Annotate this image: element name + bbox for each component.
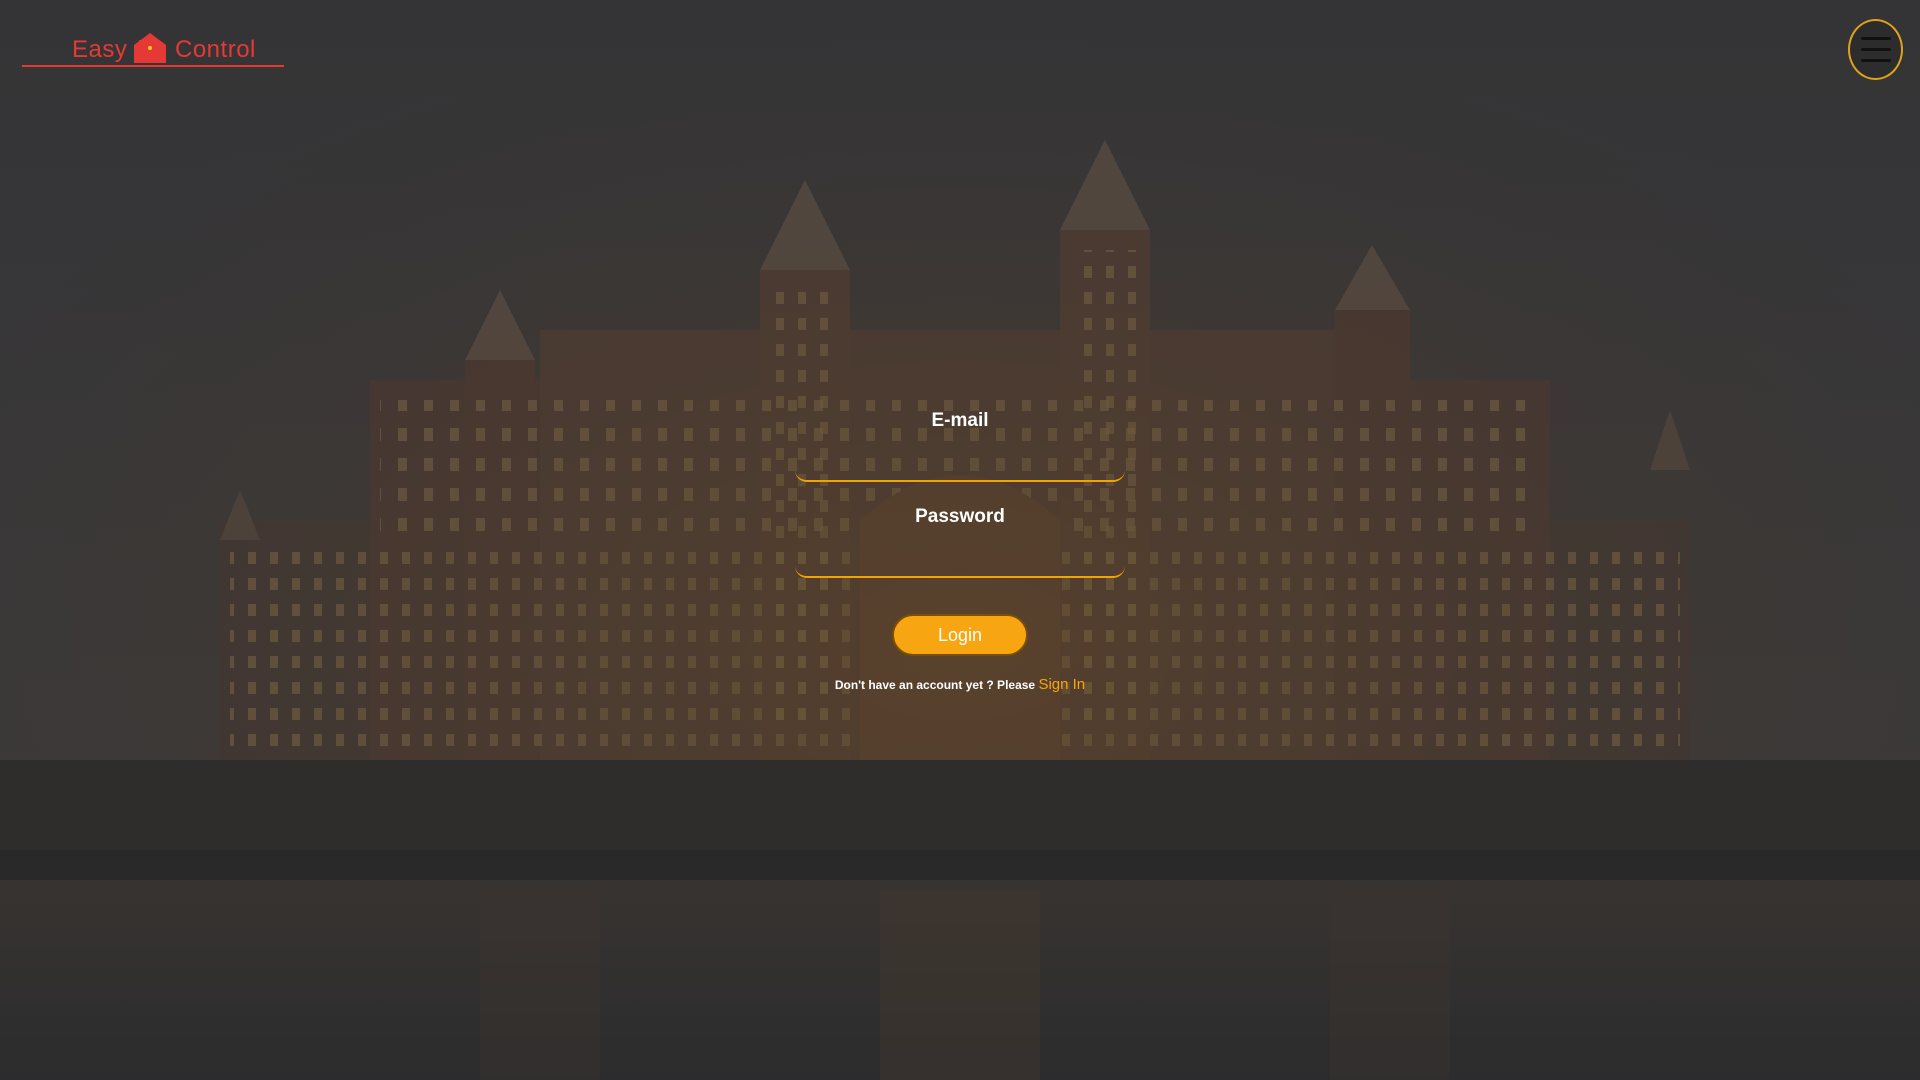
login-form: E-mail Password Login Don't have an acco… [795, 400, 1125, 693]
menu-button[interactable] [1848, 19, 1903, 80]
email-field-group: E-mail [795, 400, 1125, 484]
logo-underline [22, 65, 284, 67]
signup-text: Don't have an account yet ? Please [834, 678, 1036, 692]
logo-word-easy: Easy [72, 36, 128, 63]
email-input[interactable] [795, 438, 1125, 482]
password-field-group: Password [795, 496, 1125, 580]
email-label: E-mail [931, 410, 989, 431]
app-logo[interactable]: Easy Control [22, 28, 284, 70]
logo-word-control: Control [175, 36, 256, 63]
password-input[interactable] [795, 534, 1125, 578]
signup-prompt: Don't have an account yet ? Please Sign … [795, 676, 1125, 693]
sign-in-link[interactable]: Sign In [1038, 676, 1085, 693]
hamburger-icon-bar [1860, 48, 1891, 51]
password-label: Password [915, 506, 1005, 527]
hamburger-icon-bar [1860, 59, 1891, 62]
login-button[interactable]: Login [892, 614, 1028, 656]
hamburger-icon [1860, 37, 1891, 40]
